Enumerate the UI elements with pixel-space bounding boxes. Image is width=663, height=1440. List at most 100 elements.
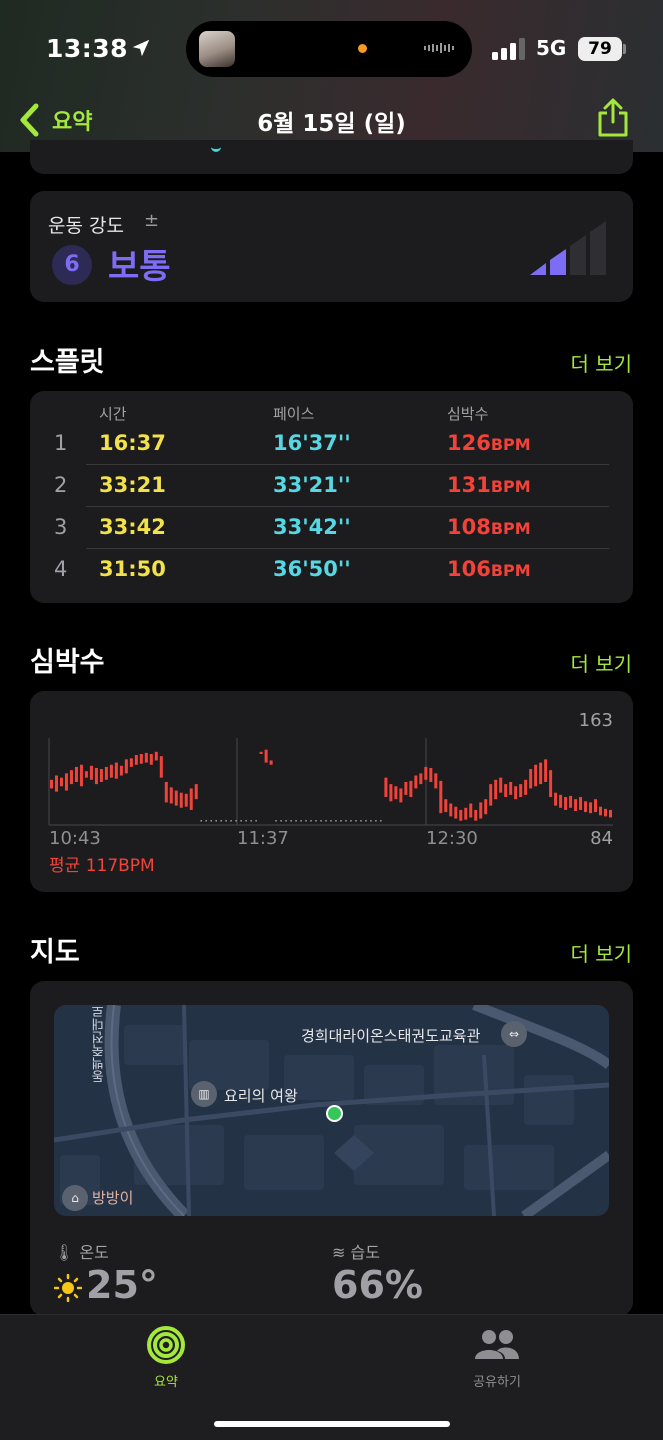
battery-cap (623, 44, 626, 54)
split-index: 3 (54, 515, 68, 539)
back-button[interactable]: 요약 (18, 100, 92, 140)
map-title: 지도 (30, 937, 80, 968)
hr-gap-dot (200, 820, 203, 822)
hr-gap-dot (320, 820, 322, 822)
hr-gap-dot (375, 820, 377, 822)
hr-gap-dot (210, 820, 213, 822)
map-more-link[interactable]: 더 보기 (570, 938, 632, 967)
hr-sample-bar (584, 801, 588, 813)
hr-gap-dot (245, 820, 247, 822)
hr-gap-dot (290, 820, 292, 822)
hr-sample-bar (519, 784, 523, 798)
map-label-restaurant: 요리의 여왕 (224, 1087, 298, 1105)
sun-icon (54, 1274, 82, 1302)
hr-gap-dot (220, 820, 222, 822)
split-index: 4 (54, 557, 68, 581)
hr-sample-bar (419, 773, 423, 785)
hr-sample-bar (164, 781, 168, 803)
effort-card[interactable]: 운동 강도 ± 6 보통 (30, 191, 633, 302)
heart-rate-title: 심박수 (30, 647, 105, 678)
hr-x-tick: 11:37 (237, 828, 289, 849)
hr-gap-dot (235, 820, 237, 822)
split-row: 1 16:37 16'37'' 126BPM (30, 423, 633, 465)
tab-sharing[interactable]: 공유하기 (437, 1325, 557, 1390)
splits-header-time: 시간 (99, 405, 127, 423)
hr-sample-bar (129, 758, 133, 767)
hr-sample-bar (484, 799, 488, 815)
hr-max-label: 163 (578, 710, 613, 731)
page-title: 6월 15일 (일) (257, 111, 406, 137)
mic-indicator-dot (358, 44, 367, 53)
hr-sample-bar (194, 784, 198, 800)
hr-gap-dot (230, 820, 232, 822)
hr-sample-bar (414, 775, 418, 789)
cellular-signal-icon (492, 38, 525, 60)
hr-x-tick: 10:43 (49, 828, 101, 849)
heart-rate-more-link[interactable]: 더 보기 (570, 648, 632, 677)
hr-sample-bar (469, 803, 473, 818)
hr-sample-bar (84, 771, 88, 778)
hr-gap-dot (240, 820, 242, 822)
split-row: 4 31:50 36'50'' 106BPM (30, 549, 633, 591)
hr-sample-bar (434, 773, 438, 789)
hr-gap-dot (350, 820, 352, 822)
location-arrow-icon (132, 39, 150, 57)
playground-poi-icon: ⌂ (62, 1185, 88, 1211)
hr-gap-dot (285, 820, 287, 822)
tab-summary[interactable]: 요약 (106, 1325, 226, 1390)
effort-label: 운동 강도 (48, 215, 124, 237)
effort-bars-icon (530, 221, 606, 275)
split-row: 3 33:42 33'42'' 108BPM (30, 507, 633, 549)
hr-sample-bar (49, 779, 53, 789)
hr-sample-bar (399, 788, 403, 803)
status-time: 13:38 (46, 34, 129, 63)
hr-sample-bar (559, 794, 563, 808)
effort-level-badge: 6 (52, 245, 92, 285)
hr-sample-bar (429, 767, 433, 782)
split-heart-rate: 131BPM (447, 473, 531, 497)
hr-gap-dot (280, 820, 282, 822)
people-icon (475, 1330, 519, 1359)
split-heart-rate: 108BPM (447, 515, 531, 539)
location-pin (326, 1105, 343, 1122)
split-time: 31:50 (99, 557, 166, 581)
hr-average: 평균 117BPM (49, 856, 155, 876)
split-time: 33:42 (99, 515, 166, 539)
hr-sample-bar (564, 797, 568, 810)
hr-sample-bar (269, 760, 273, 765)
humidity-label: ≋ 습도 (332, 1243, 380, 1262)
splits-more-link[interactable]: 더 보기 (570, 348, 632, 377)
hr-sample-bar (179, 792, 183, 808)
effort-adjust-icon[interactable]: ± (144, 210, 159, 231)
hr-sample-bar (64, 773, 68, 791)
hr-sample-bar (59, 777, 63, 787)
effort-level-word: 보통 (108, 247, 171, 287)
hr-gap-dot (215, 820, 218, 822)
hr-gap-dot (370, 820, 372, 822)
heart-rate-card[interactable]: 163 84 10:43 11:37 12:30 평균 117BPM (30, 691, 633, 892)
hr-sample-bar (504, 784, 508, 798)
hr-sample-bar (394, 786, 398, 800)
split-pace: 16'37'' (273, 431, 351, 455)
hr-sample-bar (69, 770, 73, 785)
dynamic-island[interactable] (186, 21, 472, 77)
hr-gap-dot (365, 820, 367, 822)
hr-gap-dot (205, 820, 208, 822)
split-index: 1 (54, 431, 68, 455)
hr-sample-bar (459, 809, 463, 821)
split-index: 2 (54, 473, 68, 497)
back-label: 요약 (52, 110, 93, 135)
share-icon[interactable] (596, 98, 630, 138)
splits-header-heart-rate: 심박수 (447, 405, 489, 423)
home-indicator (214, 1421, 450, 1427)
hr-sample-bar (124, 759, 128, 774)
hr-sample-bar (589, 802, 593, 814)
split-time: 16:37 (99, 431, 166, 455)
status-bar: 13:38 5G 79 (0, 0, 663, 100)
hr-sample-bar (94, 767, 98, 785)
hr-sample-bar (474, 809, 478, 821)
temperature-label: 🌡 온도 (54, 1243, 109, 1262)
hr-sample-bar (144, 752, 148, 763)
hr-sample-bar (119, 765, 123, 776)
route-map[interactable]: 동백죽전대로 ⇔ 경희대라이온스태권도교육관 ▥ 요리의 여왕 ⌂ 방방이 (54, 1005, 609, 1216)
